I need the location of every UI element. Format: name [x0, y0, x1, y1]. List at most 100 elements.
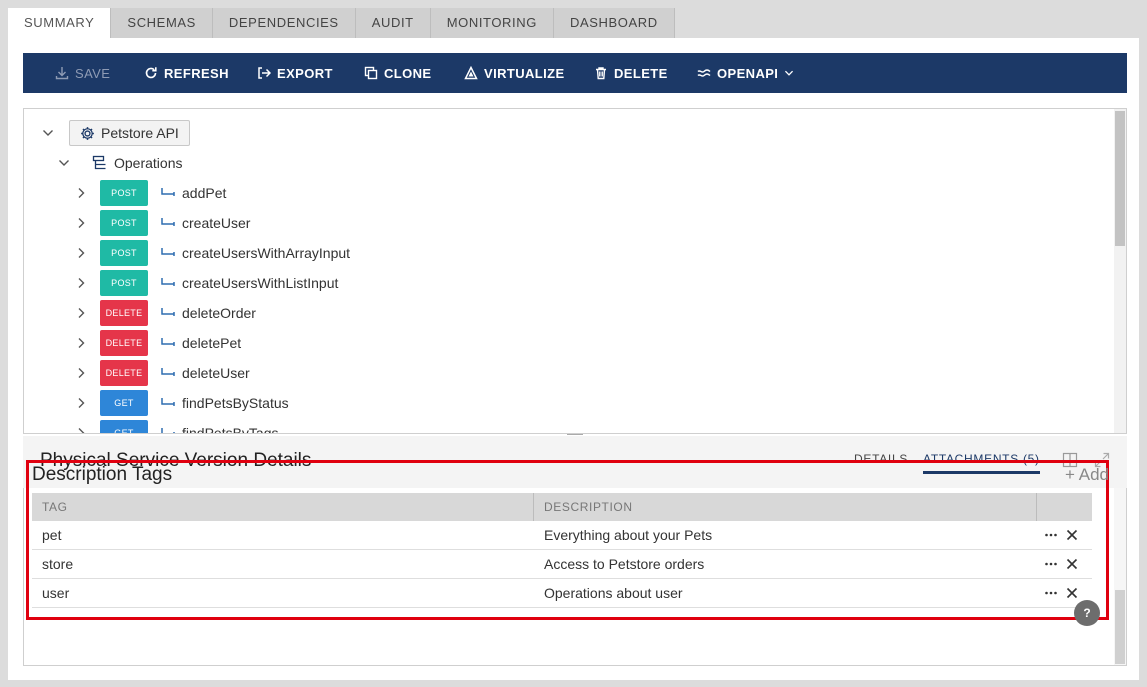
tab-dashboard[interactable]: DASHBOARD: [553, 8, 675, 38]
clone-label: CLONE: [384, 65, 432, 81]
table-header: TAG DESCRIPTION: [32, 493, 1092, 521]
operation-label: deleteUser: [182, 365, 250, 381]
method-badge: DELETE: [100, 330, 148, 356]
close-icon[interactable]: [1066, 587, 1078, 599]
chevron-right-icon[interactable]: [74, 336, 88, 350]
save-label: SAVE: [75, 65, 111, 81]
operation-row[interactable]: DELETE deleteOrder: [100, 300, 256, 326]
operation-row[interactable]: POST createUsersWithArrayInput: [100, 240, 350, 266]
operation-row[interactable]: GET findPetsByStatus: [100, 390, 289, 416]
delete-label: DELETE: [614, 65, 668, 81]
openapi-dropdown[interactable]: OPENAPI: [697, 53, 794, 93]
chevron-right-icon[interactable]: [74, 216, 88, 230]
tree-group-operations[interactable]: Operations: [92, 150, 182, 176]
method-badge: POST: [100, 210, 148, 236]
save-button[interactable]: SAVE: [55, 53, 110, 93]
method-badge: GET: [100, 390, 148, 416]
close-icon[interactable]: [1066, 558, 1078, 570]
operation-row[interactable]: DELETE deleteUser: [100, 360, 250, 386]
content-scrollbar-thumb[interactable]: [1115, 590, 1125, 664]
export-button[interactable]: EXPORT: [257, 53, 333, 93]
main-tabs: SUMMARY SCHEMAS DEPENDENCIES AUDIT MONIT…: [8, 8, 675, 38]
operation-label: findPetsByStatus: [182, 395, 289, 411]
group-label: Operations: [114, 155, 183, 171]
delete-button[interactable]: DELETE: [594, 53, 668, 93]
table-body: pet Everything about your Pets store Access…: [32, 521, 1092, 608]
chevron-down-icon[interactable]: [57, 156, 71, 170]
refresh-button[interactable]: REFRESH: [144, 53, 229, 93]
virtualize-button[interactable]: VIRTUALIZE: [464, 53, 565, 93]
table-row: user Operations about user: [32, 579, 1092, 608]
description-cell: Access to Petstore orders: [544, 556, 705, 572]
table-row: pet Everything about your Pets: [32, 521, 1092, 550]
tag-cell: pet: [42, 527, 62, 543]
tag-cell: user: [42, 585, 70, 601]
content-scrollbar[interactable]: [1114, 488, 1126, 665]
gear-icon: [81, 126, 94, 140]
operation-icon: [161, 218, 175, 226]
operation-icon: [161, 338, 175, 346]
toolbar: SAVE REFRESH EXPORT CLONE VIRTUALIZE DEL…: [23, 53, 1127, 93]
virtualize-label: VIRTUALIZE: [484, 65, 565, 81]
column-header-description[interactable]: DESCRIPTION: [534, 493, 1037, 521]
operation-label: createUsersWithListInput: [182, 275, 339, 291]
approx-icon: [697, 69, 711, 77]
tab-monitoring[interactable]: MONITORING: [430, 8, 554, 38]
tag-cell: store: [42, 556, 74, 572]
chevron-right-icon[interactable]: [74, 366, 88, 380]
trash-icon: [596, 67, 606, 80]
tab-audit[interactable]: AUDIT: [355, 8, 431, 38]
root-label: Petstore API: [101, 125, 179, 141]
more-icon[interactable]: [1044, 529, 1058, 541]
operation-row[interactable]: POST addPet: [100, 180, 226, 206]
tab-schemas[interactable]: SCHEMAS: [111, 8, 213, 38]
chevron-down-icon: [785, 70, 794, 76]
close-icon[interactable]: [1066, 529, 1078, 541]
add-tag-button[interactable]: + Add: [1065, 465, 1109, 485]
operations-icon: [92, 155, 106, 170]
tab-summary[interactable]: SUMMARY: [8, 8, 112, 38]
chevron-right-icon[interactable]: [74, 396, 88, 410]
tree-scrollbar-thumb[interactable]: [1115, 111, 1125, 246]
operation-row[interactable]: DELETE deletePet: [100, 330, 241, 356]
row-actions: [1044, 558, 1078, 570]
method-badge: POST: [100, 180, 148, 206]
tree-scrollbar[interactable]: [1114, 109, 1126, 433]
more-icon[interactable]: [1044, 558, 1058, 570]
chevron-right-icon[interactable]: [74, 306, 88, 320]
row-actions: [1044, 587, 1078, 599]
export-label: EXPORT: [277, 65, 333, 81]
operation-icon: [161, 308, 175, 316]
tree-root[interactable]: Petstore API: [69, 120, 190, 146]
chevron-right-icon[interactable]: [74, 186, 88, 200]
operation-label: deleteOrder: [182, 305, 256, 321]
table-row: store Access to Petstore orders: [32, 550, 1092, 579]
refresh-label: REFRESH: [164, 65, 229, 81]
operation-row[interactable]: POST createUser: [100, 210, 250, 236]
operation-icon: [161, 368, 175, 376]
row-actions: [1044, 529, 1078, 541]
tab-dependencies[interactable]: DEPENDENCIES: [212, 8, 356, 38]
description-tags-table: TAG DESCRIPTION pet Everything about your…: [32, 493, 1092, 608]
virtualize-icon: [464, 66, 478, 80]
more-icon[interactable]: [1044, 587, 1058, 599]
api-tree: Petstore API Operations POST addPet POST cr…: [23, 108, 1127, 434]
column-header-tag[interactable]: TAG: [32, 493, 534, 521]
description-tags-title: Description Tags: [32, 464, 173, 485]
chevron-right-icon[interactable]: [74, 276, 88, 290]
operation-icon: [161, 398, 175, 406]
chevron-right-icon[interactable]: [74, 246, 88, 260]
operation-row[interactable]: POST createUsersWithListInput: [100, 270, 338, 296]
download-icon: [55, 67, 69, 80]
description-cell: Operations about user: [544, 585, 683, 601]
petstore-api-node[interactable]: Petstore API: [69, 120, 190, 146]
operation-icon: [161, 248, 175, 256]
openapi-label: OPENAPI: [717, 65, 779, 81]
help-button[interactable]: ?: [1074, 600, 1100, 626]
operation-label: createUser: [182, 215, 251, 231]
column-header-actions: [1037, 493, 1092, 521]
method-badge: POST: [100, 240, 148, 266]
clone-icon: [364, 66, 378, 80]
chevron-down-icon[interactable]: [41, 126, 55, 140]
clone-button[interactable]: CLONE: [364, 53, 432, 93]
